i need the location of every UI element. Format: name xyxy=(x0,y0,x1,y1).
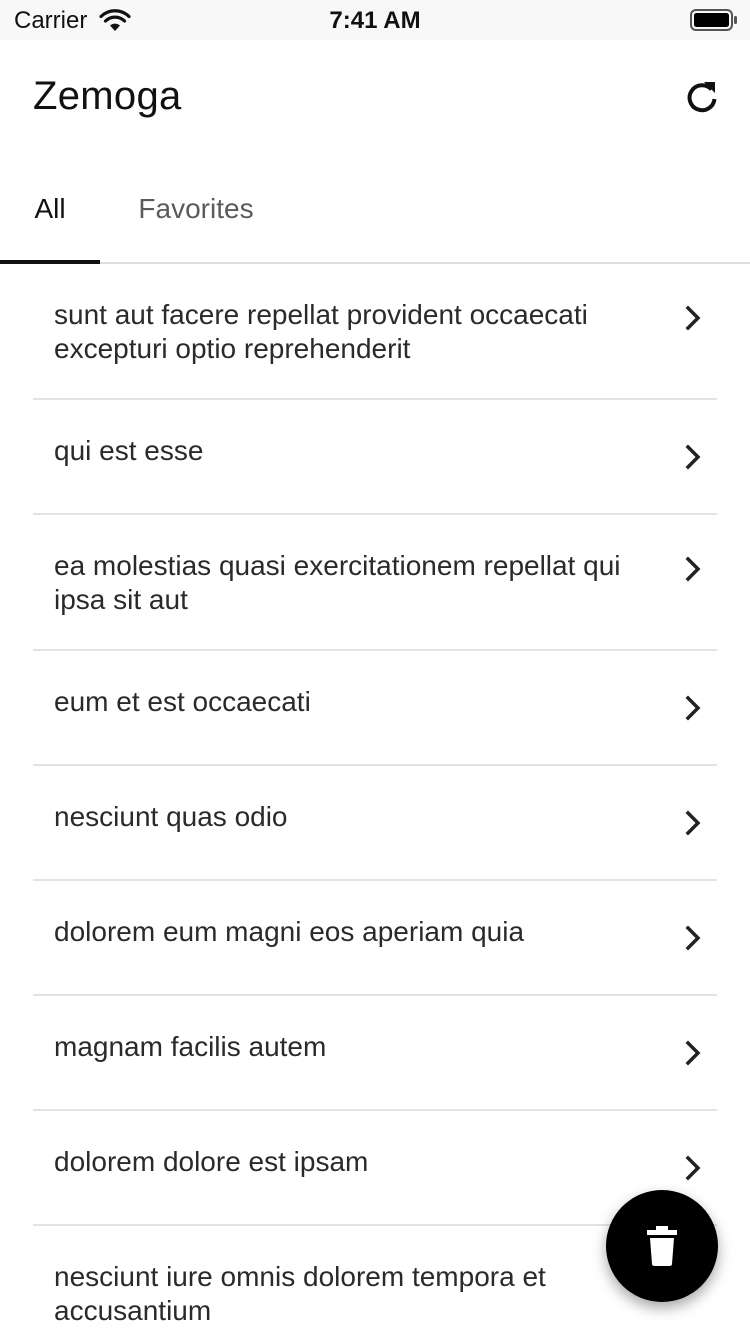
refresh-button[interactable] xyxy=(680,75,724,119)
list-item[interactable]: dolorem dolore est ipsam xyxy=(33,1111,717,1226)
delete-all-button[interactable] xyxy=(606,1190,718,1302)
list-item[interactable]: nesciunt quas odio xyxy=(33,766,717,881)
post-title: qui est esse xyxy=(54,435,204,466)
chevron-right-icon xyxy=(685,925,701,951)
post-title: ea molestias quasi exercitationem repell… xyxy=(54,550,621,615)
tab-favorites-label: Favorites xyxy=(138,193,254,224)
chevron-right-icon xyxy=(685,695,701,721)
chevron-right-icon xyxy=(685,444,701,470)
chevron-right-icon xyxy=(685,305,701,331)
post-title: sunt aut facere repellat provident occae… xyxy=(54,299,588,364)
chevron-right-icon xyxy=(685,810,701,836)
app-bar: Zemoga xyxy=(0,40,750,154)
status-bar: Carrier 7:41 AM xyxy=(0,0,750,40)
battery-icon xyxy=(690,9,737,31)
chevron-right-icon xyxy=(685,556,701,582)
tab-all-label: All xyxy=(34,193,66,224)
status-time: 7:41 AM xyxy=(329,7,421,34)
post-title: nesciunt iure omnis dolorem tempora et a… xyxy=(54,1261,546,1326)
post-title: magnam facilis autem xyxy=(54,1031,327,1062)
tab-all[interactable]: All xyxy=(0,154,100,264)
list-item[interactable]: sunt aut facere repellat provident occae… xyxy=(33,264,717,400)
post-title: dolorem eum magni eos aperiam quia xyxy=(54,916,525,947)
post-title: dolorem dolore est ipsam xyxy=(54,1146,369,1177)
post-title: nesciunt quas odio xyxy=(54,801,288,832)
tab-favorites[interactable]: Favorites xyxy=(100,154,292,264)
refresh-icon xyxy=(687,82,717,113)
app-title: Zemoga xyxy=(33,74,182,118)
trash-icon xyxy=(647,1226,677,1266)
tab-bar: All Favorites xyxy=(0,154,750,264)
list-item[interactable]: dolorem eum magni eos aperiam quia xyxy=(33,881,717,996)
list-item[interactable]: magnam facilis autem xyxy=(33,996,717,1111)
chevron-right-icon xyxy=(685,1040,701,1066)
list-item[interactable]: ea molestias quasi exercitationem repell… xyxy=(33,515,717,651)
list-item[interactable]: qui est esse xyxy=(33,400,717,515)
post-list[interactable]: sunt aut facere repellat provident occae… xyxy=(0,264,750,1334)
post-title: eum et est occaecati xyxy=(54,686,311,717)
chevron-right-icon xyxy=(685,1155,701,1181)
list-item[interactable]: eum et est occaecati xyxy=(33,651,717,766)
